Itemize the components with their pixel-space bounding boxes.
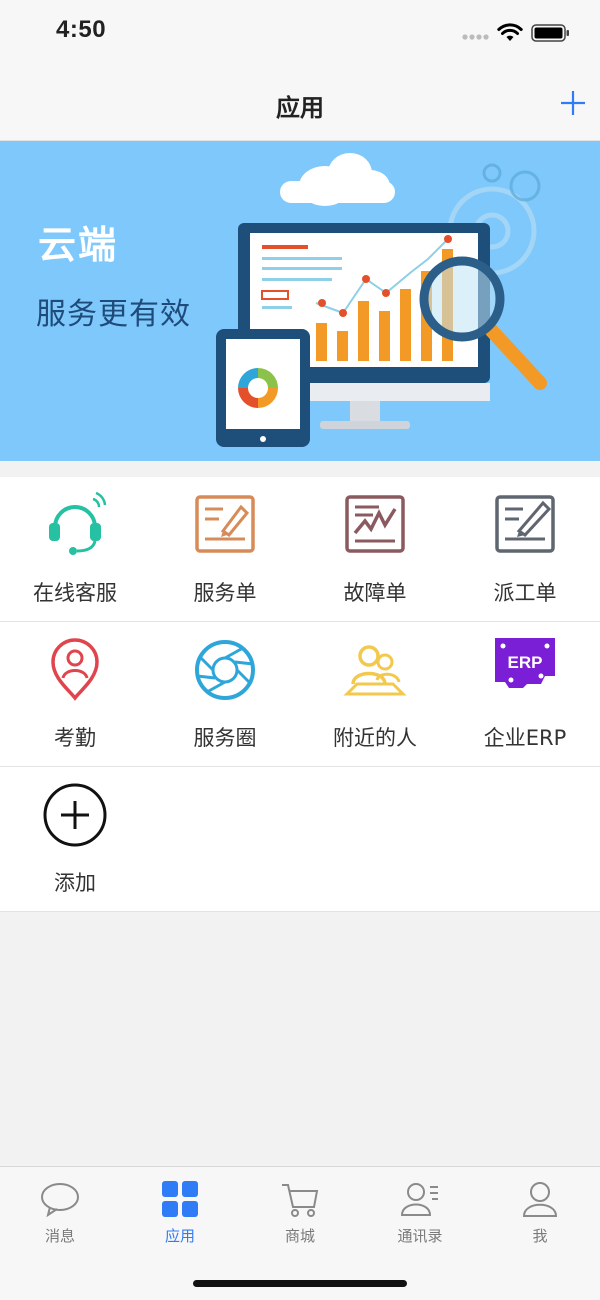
app-label: 在线客服 [33, 581, 117, 605]
navigation-bar: 应用 [0, 64, 600, 141]
cellular-signal-icon [462, 34, 489, 40]
banner-title: 云端 [38, 223, 119, 267]
add-circle-icon [43, 783, 107, 847]
app-service-circle[interactable]: 服务圈 [150, 622, 300, 766]
dispatch-order-icon [495, 495, 555, 553]
analytics-illustration [216, 153, 547, 447]
contacts-icon [400, 1183, 438, 1216]
chat-bubble-icon [41, 1183, 79, 1218]
battery-icon [531, 24, 569, 42]
fault-order-icon [345, 495, 405, 553]
app-label: 考勤 [54, 726, 96, 750]
home-indicator[interactable] [193, 1280, 407, 1287]
app-label: 附近的人 [333, 726, 417, 750]
page-title: 应用 [276, 94, 324, 122]
tab-mall[interactable]: 商城 [240, 1167, 360, 1257]
app-dispatch-order[interactable]: 派工单 [450, 477, 600, 621]
app-attendance[interactable]: 考勤 [0, 622, 150, 766]
apps-grid: 在线客服 服务单 故障单 派工单 考勤 服务圈 附近的人 ERP 企业ERP 添… [0, 477, 600, 912]
tab-me[interactable]: 我 [480, 1167, 600, 1257]
aperture-icon [195, 640, 255, 700]
service-order-icon [195, 495, 255, 553]
app-label: 添加 [54, 871, 96, 895]
erp-badge-text: ERP [508, 653, 543, 672]
tab-label: 通讯录 [397, 1227, 443, 1245]
banner-subtitle: 服务更有效 [36, 297, 191, 332]
tab-label: 商城 [284, 1227, 315, 1245]
people-icon [343, 645, 407, 696]
app-add[interactable]: 添加 [0, 767, 150, 911]
app-fault-order[interactable]: 故障单 [300, 477, 450, 621]
tab-label: 我 [532, 1227, 548, 1245]
app-label: 服务单 [193, 581, 257, 605]
headset-icon [49, 491, 107, 555]
tab-contacts[interactable]: 通讯录 [360, 1167, 480, 1257]
tab-label: 应用 [164, 1227, 195, 1245]
app-label: 派工单 [493, 581, 557, 605]
app-label: 服务圈 [193, 726, 257, 750]
cart-icon [282, 1184, 319, 1217]
tab-messages[interactable]: 消息 [0, 1167, 120, 1257]
tab-apps[interactable]: 应用 [120, 1167, 240, 1257]
app-online-support[interactable]: 在线客服 [0, 477, 150, 621]
apps-row: 考勤 服务圈 附近的人 ERP 企业ERP [0, 622, 600, 767]
erp-icon: ERP [495, 638, 555, 688]
status-bar: 4:50 [0, 0, 600, 64]
promo-banner[interactable]: 云端 服务更有效 [0, 141, 600, 461]
apps-grid-icon [162, 1181, 198, 1217]
location-pin-icon [51, 638, 99, 701]
apps-row: 添加 [0, 767, 600, 912]
status-time: 4:50 [56, 16, 107, 43]
app-enterprise-erp[interactable]: ERP 企业ERP [450, 622, 600, 766]
wifi-icon [497, 23, 523, 41]
app-label: 企业ERP [483, 726, 567, 750]
apps-row: 在线客服 服务单 故障单 派工单 [0, 477, 600, 622]
app-nearby-people[interactable]: 附近的人 [300, 622, 450, 766]
app-label: 故障单 [343, 581, 407, 605]
app-service-order[interactable]: 服务单 [150, 477, 300, 621]
add-icon[interactable] [560, 90, 586, 116]
user-icon [522, 1182, 558, 1217]
tab-label: 消息 [44, 1227, 75, 1245]
